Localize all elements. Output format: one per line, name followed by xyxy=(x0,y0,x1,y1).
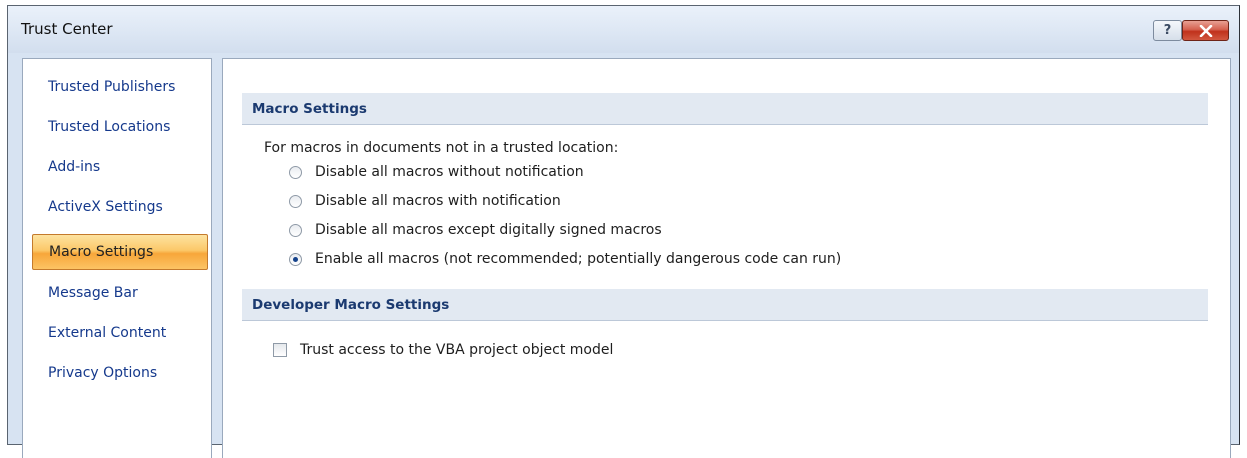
sidebar-item-label: Add-ins xyxy=(48,159,101,175)
radio-enable-all-macros[interactable]: Enable all macros (not recommended; pote… xyxy=(289,249,841,269)
sidebar-item-label: Trusted Publishers xyxy=(48,79,176,95)
radio-disable-with-notification[interactable]: Disable all macros with notification xyxy=(289,191,561,211)
sidebar-item-label: Trusted Locations xyxy=(48,119,171,135)
trust-vba-access-option[interactable]: Trust access to the VBA project object m… xyxy=(273,340,613,360)
close-icon xyxy=(1199,24,1212,37)
help-button[interactable]: ? xyxy=(1153,20,1182,41)
content-pane: Macro Settings For macros in documents n… xyxy=(222,58,1231,458)
sidebar-item-label: ActiveX Settings xyxy=(48,199,163,215)
radio-label: Enable all macros (not recommended; pote… xyxy=(315,251,842,267)
sidebar-item-add-ins[interactable]: Add-ins xyxy=(32,149,208,185)
sidebar-item-label: Macro Settings xyxy=(49,244,154,260)
help-icon: ? xyxy=(1163,23,1172,38)
sidebar-item-message-bar[interactable]: Message Bar xyxy=(32,275,208,311)
sidebar-item-label: Privacy Options xyxy=(48,365,158,381)
title-bar[interactable]: Trust Center ? xyxy=(8,6,1239,53)
sidebar-nav: Trusted Publishers Trusted Locations Add… xyxy=(22,58,212,458)
sidebar-item-external-content[interactable]: External Content xyxy=(32,315,208,351)
sidebar-item-trusted-locations[interactable]: Trusted Locations xyxy=(32,109,208,145)
radio-disable-without-notification[interactable]: Disable all macros without notification xyxy=(289,162,584,182)
radio-button[interactable] xyxy=(289,194,302,208)
sidebar-item-activex-settings[interactable]: ActiveX Settings xyxy=(32,189,208,225)
trust-vba-checkbox[interactable] xyxy=(273,343,287,357)
radio-button[interactable] xyxy=(289,165,302,179)
sidebar-item-macro-settings[interactable]: Macro Settings xyxy=(32,234,208,270)
macro-prompt-text: For macros in documents not in a trusted… xyxy=(264,140,619,156)
radio-label: Disable all macros except digitally sign… xyxy=(315,222,662,238)
sidebar-item-trusted-publishers[interactable]: Trusted Publishers xyxy=(32,69,208,105)
radio-button-selected[interactable] xyxy=(289,252,302,266)
window-title: Trust Center xyxy=(21,20,113,38)
radio-label: Disable all macros without notification xyxy=(315,164,584,180)
radio-label: Disable all macros with notification xyxy=(315,193,561,209)
sidebar-item-label: Message Bar xyxy=(48,285,138,301)
radio-button[interactable] xyxy=(289,223,302,237)
trust-center-dialog: Trust Center ? Trusted Publishers Truste… xyxy=(7,5,1240,458)
developer-macro-settings-header: Developer Macro Settings xyxy=(242,289,1208,321)
radio-disable-except-signed[interactable]: Disable all macros except digitally sign… xyxy=(289,220,662,240)
sidebar-item-privacy-options[interactable]: Privacy Options xyxy=(32,355,208,391)
checkbox-label: Trust access to the VBA project object m… xyxy=(300,342,614,358)
macro-settings-header: Macro Settings xyxy=(242,93,1208,125)
close-button[interactable] xyxy=(1182,20,1229,41)
sidebar-item-label: External Content xyxy=(48,325,167,341)
